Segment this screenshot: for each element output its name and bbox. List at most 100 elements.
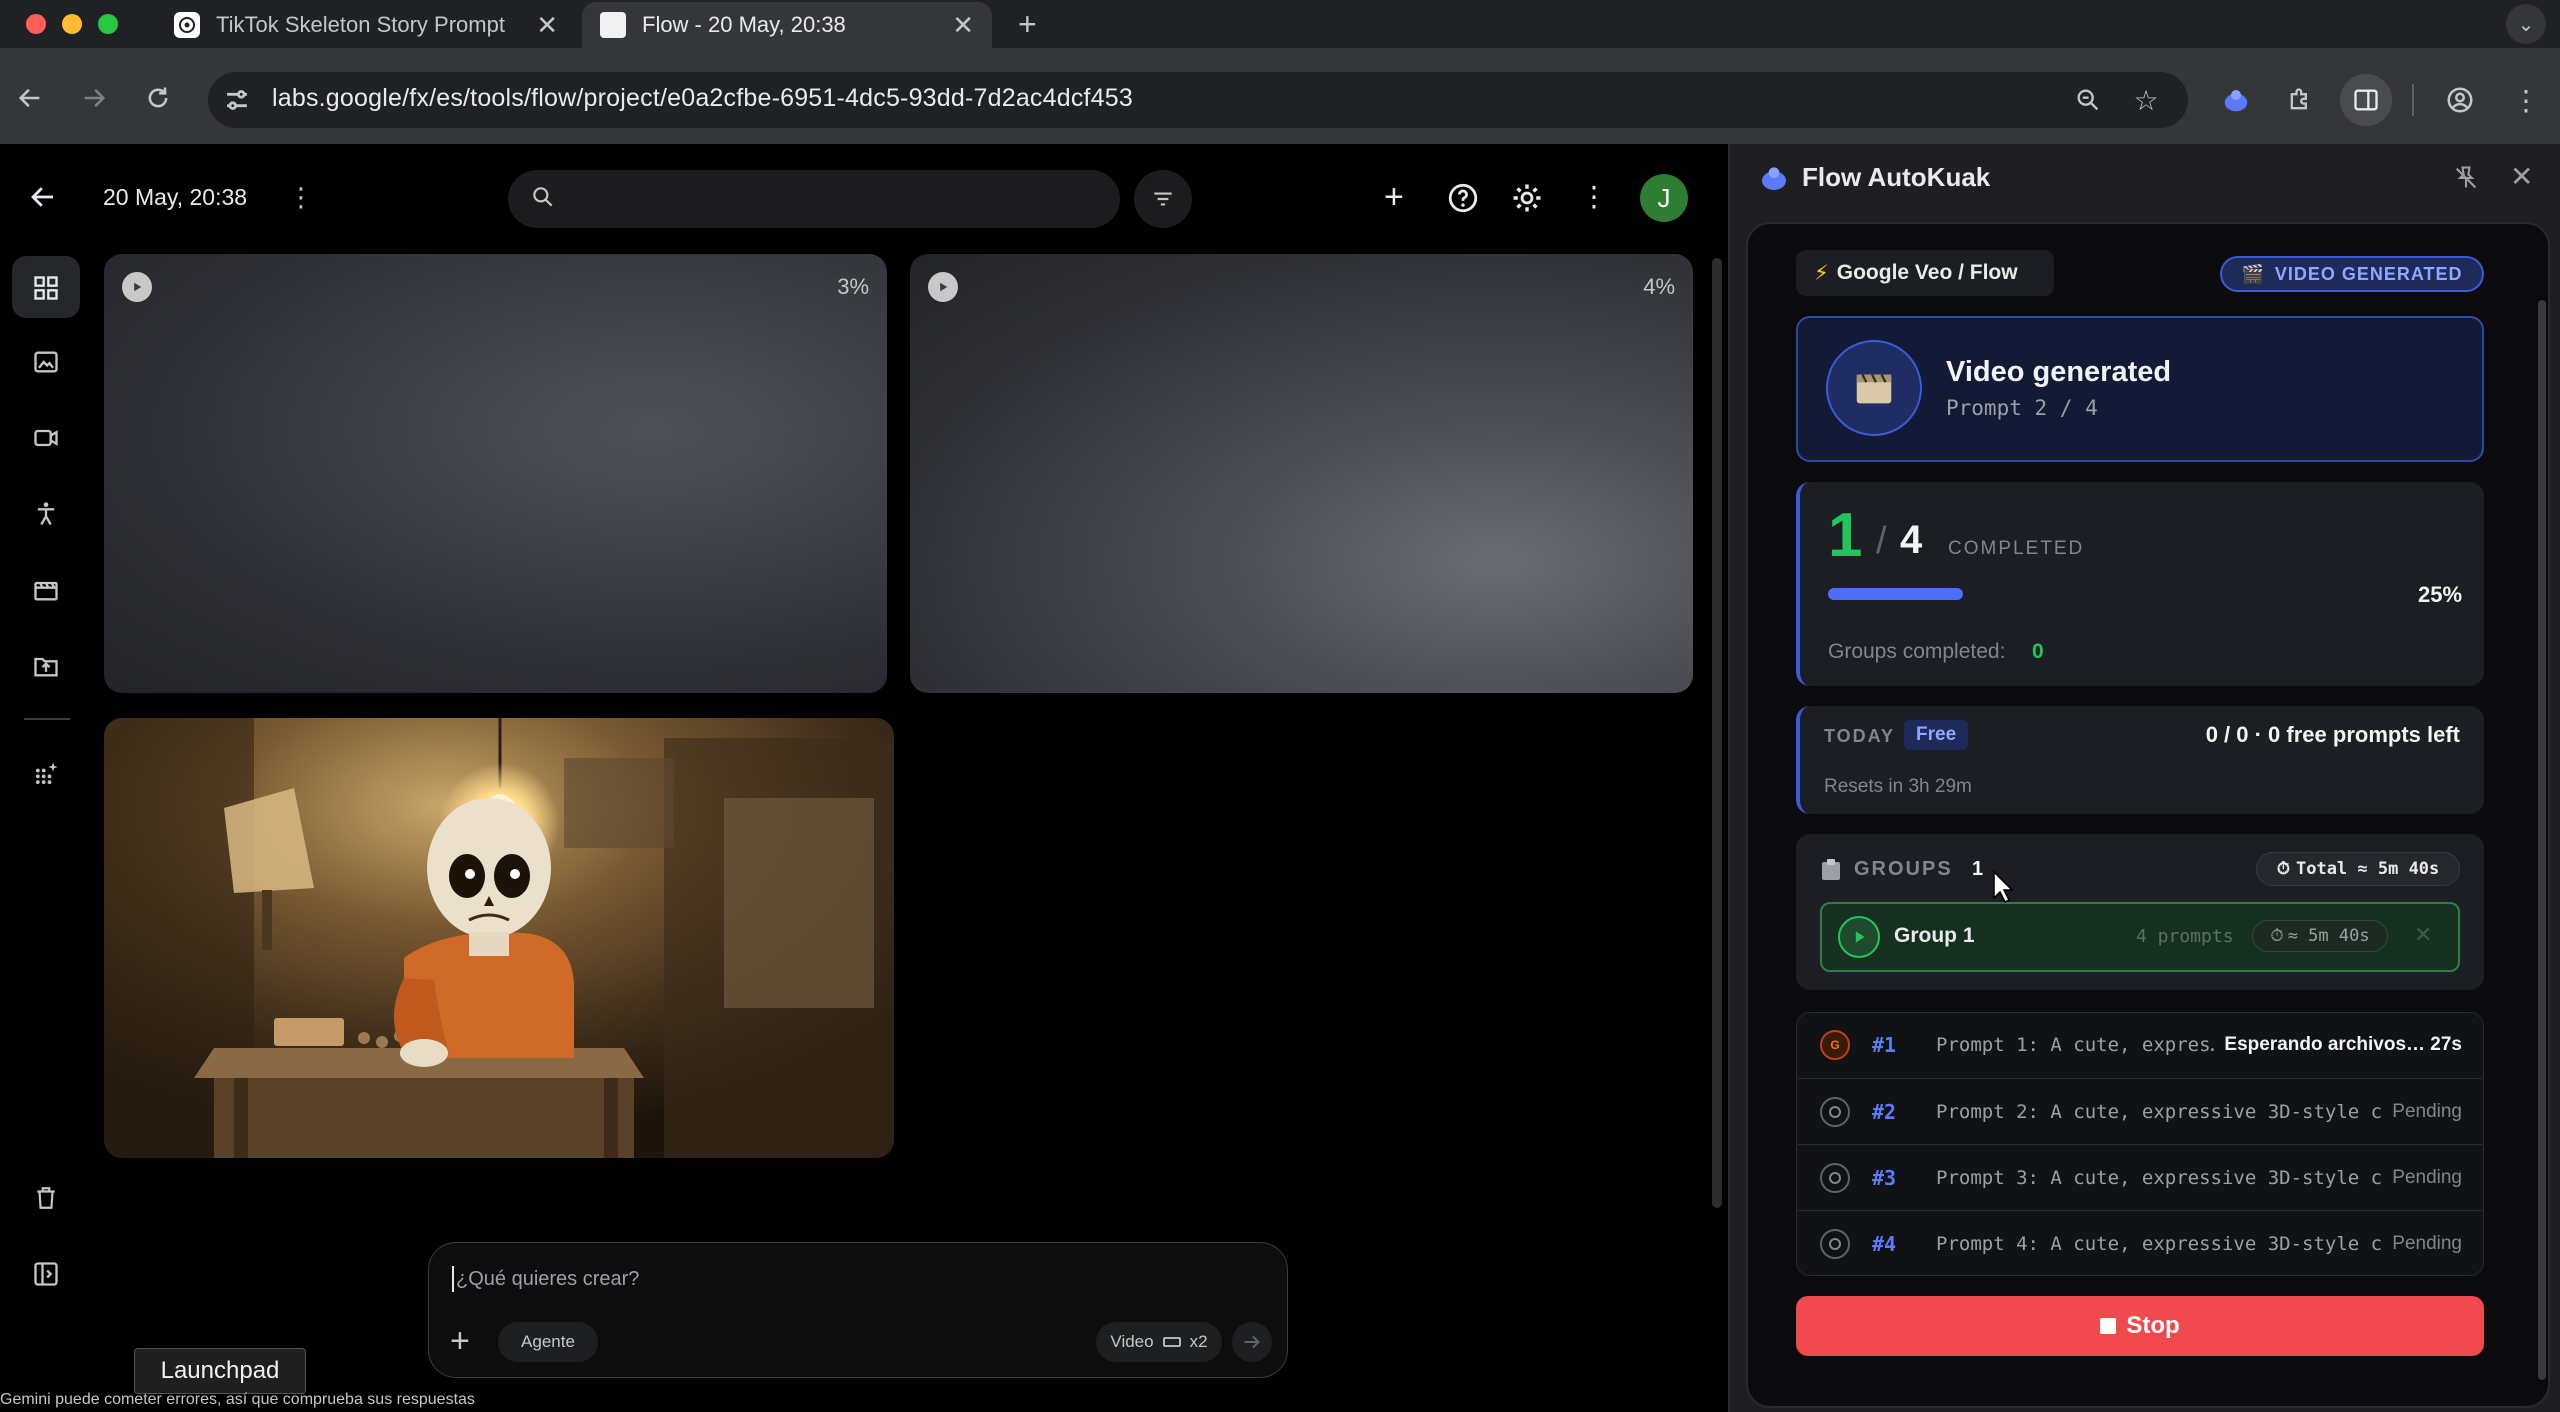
close-panel-icon[interactable]: ✕ [2510, 160, 2533, 193]
more-options-icon[interactable]: ⋮ [1580, 180, 1608, 213]
pending-circle-icon [1820, 1096, 1850, 1127]
search-icon [530, 184, 556, 210]
tab-tiktok-skeleton[interactable]: TikTok Skeleton Story Prompt ✕ [156, 2, 576, 48]
prompt-status: Pending [2392, 1100, 2462, 1122]
groups-label: GROUPS [1854, 858, 1953, 880]
generation-progress: 4% [1643, 274, 1675, 299]
prompt-text: Prompt 2: A cute, expressive 3D-style c… [1936, 1100, 2383, 1123]
project-menu-icon[interactable]: ⋮ [288, 182, 314, 213]
skeleton-kitchen-image [104, 718, 894, 1158]
status-subtitle: Prompt 2 / 4 [1946, 396, 2098, 420]
group-time-badge: ⏱ ≈ 5m 40s [2252, 920, 2388, 952]
total-time: Total ≈ 5m 40s [2295, 859, 2440, 879]
today-label: TODAY [1824, 726, 1896, 746]
free-prompts-left: 0 / 0 · 0 free prompts left [2205, 722, 2460, 747]
prompt-text: Prompt 4: A cute, expressive 3D-style c… [1936, 1232, 2383, 1255]
browser-menu-icon[interactable]: ⋮ [2508, 82, 2544, 118]
scenebuilder-icon[interactable] [28, 572, 64, 608]
help-icon[interactable] [1446, 181, 1480, 215]
stop-button[interactable]: Stop [1796, 1296, 2484, 1356]
video-mode-selector[interactable]: Video x2 [1096, 1322, 1222, 1362]
grid-view-icon[interactable] [28, 270, 64, 306]
close-tab-icon[interactable]: ✕ [536, 10, 558, 41]
send-arrow-icon[interactable] [1232, 1322, 1272, 1362]
add-media-icon[interactable]: + [450, 1324, 470, 1358]
prompt-row[interactable]: G #1 Prompt 1: A cute, expres… Esperando… [1798, 1012, 2482, 1078]
upload-folder-icon[interactable] [28, 648, 64, 684]
site-settings-icon[interactable] [220, 83, 254, 117]
pin-icon[interactable] [2452, 164, 2480, 192]
add-icon[interactable]: + [1384, 180, 1404, 214]
reload-icon[interactable] [140, 80, 176, 116]
total-time-badge: ⏱ Total ≈ 5m 40s [2256, 852, 2460, 886]
stop-square-icon [2100, 1318, 2117, 1334]
search-input[interactable] [508, 170, 1120, 228]
url-text: labs.google/fx/es/tools/flow/project/e0a… [272, 84, 1133, 112]
toolbar-divider [2412, 84, 2414, 116]
prompt-number: #4 [1872, 1231, 1897, 1256]
group-prompt-count: 4 prompts [2136, 926, 2234, 947]
maximize-window-button[interactable] [98, 14, 118, 34]
video-card-loading[interactable]: 3% [104, 254, 887, 693]
prompt-input[interactable]: ¿Qué quieres crear? [456, 1268, 639, 1291]
spinner-icon: G [1820, 1030, 1850, 1060]
generation-progress: 3% [837, 274, 869, 299]
prompt-number: #2 [1872, 1099, 1897, 1124]
profile-icon[interactable] [2442, 82, 2478, 118]
text-cursor [452, 1266, 454, 1292]
minimize-window-button[interactable] [62, 14, 82, 34]
user-avatar[interactable]: J [1640, 174, 1688, 222]
close-tab-icon[interactable]: ✕ [952, 10, 974, 41]
chatgpt-icon [174, 12, 200, 38]
mode-label: Video [1110, 1332, 1154, 1351]
sparkle-grid-icon[interactable] [28, 756, 64, 792]
platform-label: Google Veo / Flow [1836, 261, 2018, 284]
play-icon[interactable] [928, 272, 958, 302]
app-back-arrow-icon[interactable] [28, 182, 64, 218]
app-scrollbar[interactable] [1712, 258, 1722, 1208]
image-icon[interactable] [28, 344, 64, 380]
panel-scrollbar[interactable] [2538, 300, 2546, 1380]
stopwatch-icon: ⏱ [2270, 926, 2284, 946]
total-count: 4 [1900, 518, 1923, 562]
settings-gear-icon[interactable] [1510, 181, 1544, 215]
sidebar-divider [24, 718, 70, 720]
progress-track [1828, 588, 2368, 600]
character-icon[interactable] [28, 496, 64, 532]
prompt-row[interactable]: #4 Prompt 4: A cute, expressive 3D-style… [1798, 1210, 2482, 1276]
groups-completed-value: 0 [2032, 640, 2044, 663]
remove-group-icon[interactable]: ✕ [2414, 922, 2432, 948]
filter-button[interactable] [1134, 170, 1192, 228]
prompt-row[interactable]: #2 Prompt 2: A cute, expressive 3D-style… [1798, 1078, 2482, 1144]
video-card-loading[interactable]: 4% [910, 254, 1693, 693]
trash-icon[interactable] [28, 1180, 64, 1216]
platform-chip: ⚡ Google Veo / Flow [1796, 250, 2054, 296]
new-tab-button[interactable]: + [1018, 6, 1037, 43]
groups-completed-label: Groups completed: [1828, 640, 2006, 663]
pending-circle-icon [1820, 1162, 1850, 1193]
clapperboard-icon: 🎬 [2241, 263, 2265, 284]
agent-button[interactable]: Agente [498, 1322, 598, 1362]
tab-search-button[interactable]: ⌄ [2506, 4, 2546, 44]
zoom-icon[interactable] [2070, 82, 2106, 118]
status-badge: 🎬 VIDEO GENERATED [2220, 256, 2484, 292]
reset-timer: Resets in 3h 29m [1824, 776, 1972, 797]
forward-arrow-icon[interactable] [76, 80, 112, 116]
close-window-button[interactable] [26, 14, 46, 34]
panel-collapse-icon[interactable] [28, 1256, 64, 1292]
extension-flow-icon[interactable] [2218, 82, 2254, 118]
tab-flow-project[interactable]: Flow - 20 May, 20:38 ✕ [582, 2, 992, 48]
play-group-button[interactable] [1838, 916, 1880, 958]
extensions-puzzle-icon[interactable] [2282, 82, 2318, 118]
mouse-cursor [1992, 870, 2016, 904]
play-icon[interactable] [122, 272, 152, 302]
lightning-icon: ⚡ [1814, 261, 1829, 285]
progress-fill [1828, 588, 1963, 600]
prompt-row[interactable]: #3 Prompt 3: A cute, expressive 3D-style… [1798, 1144, 2482, 1210]
plan-badge: Free [1904, 720, 1969, 750]
video-camera-icon[interactable] [28, 420, 64, 456]
back-arrow-icon[interactable] [12, 80, 48, 116]
side-panel-toggle-icon[interactable] [2340, 74, 2392, 126]
image-card-skeleton[interactable] [104, 718, 894, 1158]
bookmark-star-icon[interactable]: ☆ [2128, 82, 2164, 118]
